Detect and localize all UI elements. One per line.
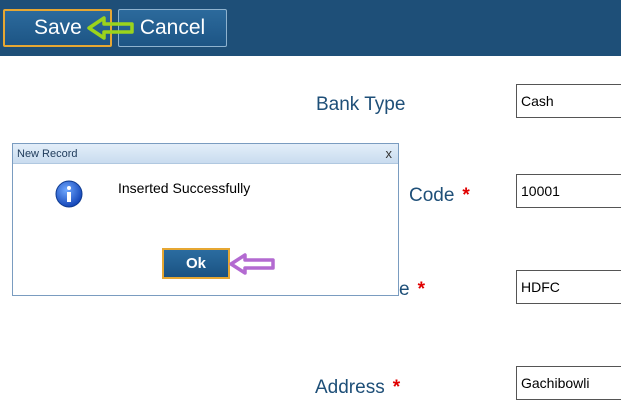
- name-label: e *: [399, 279, 425, 301]
- ok-button[interactable]: Ok: [162, 248, 230, 279]
- info-icon: [55, 180, 83, 208]
- ok-button-label: Ok: [185, 255, 206, 272]
- required-asterisk: *: [417, 279, 425, 300]
- required-asterisk: *: [392, 377, 401, 398]
- close-icon[interactable]: x: [386, 146, 393, 161]
- code-label-text: Code: [409, 185, 455, 206]
- dialog-title-bar: New Record x: [13, 144, 398, 164]
- code-label: Code *: [409, 185, 470, 207]
- bank-type-label: Bank Type: [316, 94, 405, 116]
- cancel-button-label: Cancel: [139, 16, 206, 39]
- name-label-text: e: [399, 279, 410, 300]
- bank-type-label-text: Bank Type: [316, 94, 406, 115]
- bank-type-field[interactable]: [516, 84, 621, 118]
- address-label-text: Address: [315, 377, 385, 398]
- save-button-label: Save: [34, 16, 82, 39]
- code-field[interactable]: [516, 174, 621, 208]
- toolbar: Save Cancel: [0, 0, 621, 56]
- dialog-message: Inserted Successfully: [118, 180, 251, 196]
- new-record-dialog: New Record x Inserted Successfully Ok: [12, 143, 399, 296]
- purple-arrow-icon: [229, 253, 275, 275]
- address-field[interactable]: [516, 366, 621, 400]
- green-arrow-icon: [87, 16, 134, 40]
- name-field[interactable]: [516, 270, 621, 304]
- required-asterisk: *: [462, 185, 470, 206]
- address-label: Address *: [315, 377, 400, 399]
- dialog-title: New Record: [17, 147, 78, 160]
